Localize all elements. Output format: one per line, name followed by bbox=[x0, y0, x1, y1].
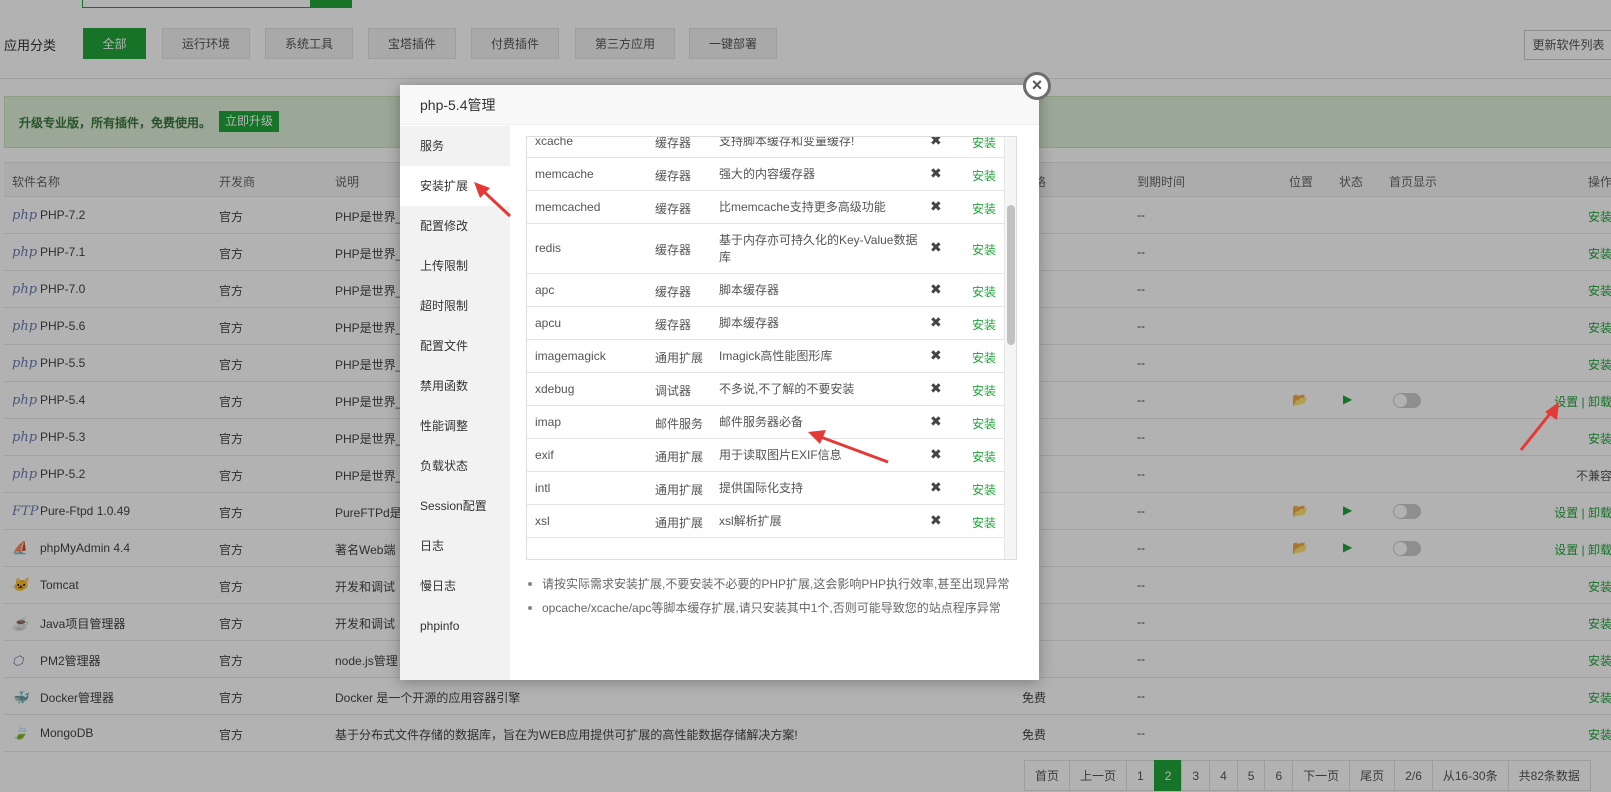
install-button[interactable]: 安装 bbox=[972, 137, 996, 151]
dialog-menu-item[interactable]: 安装扩展 bbox=[400, 166, 510, 206]
extension-type: 通用扩展 bbox=[655, 450, 704, 464]
not-installed-icon: ✖ bbox=[930, 479, 942, 495]
extension-row: xcache 缓存器 支持脚本缓存和变量缓存! ✖ 安装 bbox=[527, 136, 1004, 158]
dialog-menu-item[interactable]: 服务 bbox=[400, 126, 510, 166]
extension-name: imagemagick bbox=[535, 349, 606, 363]
install-button[interactable]: 安装 bbox=[972, 167, 996, 184]
extension-type: 调试器 bbox=[655, 384, 692, 398]
extension-desc: 比memcache支持更多高级功能 bbox=[719, 200, 886, 214]
extension-desc: 提供国际化支持 bbox=[719, 481, 804, 495]
not-installed-icon: ✖ bbox=[930, 446, 942, 462]
extension-rows: xcache 缓存器 支持脚本缓存和变量缓存! ✖ 安装 memcache 缓存器 强大的内容… bbox=[527, 136, 1004, 538]
extension-list: xcache 缓存器 支持脚本缓存和变量缓存! ✖ 安装 memcache 缓存器 强大的内容… bbox=[526, 136, 1017, 560]
extension-desc: 脚本缓存器 bbox=[719, 316, 780, 330]
extension-name: xdebug bbox=[535, 382, 575, 396]
not-installed-icon: ✖ bbox=[930, 198, 942, 214]
install-button[interactable]: 安装 bbox=[972, 514, 996, 531]
dialog-menu-item[interactable]: 慢日志 bbox=[400, 566, 510, 606]
not-installed-icon: ✖ bbox=[930, 347, 942, 363]
extension-row: exif 通用扩展 用于读取图片EXIF信息 ✖ 安装 bbox=[527, 439, 1004, 472]
install-button[interactable]: 安装 bbox=[972, 415, 996, 432]
tips-list: 请按实际需求安装扩展,不要安装不必要的PHP扩展,这会影响PHP执行效率,甚至出… bbox=[526, 572, 1026, 620]
extension-name: memcache bbox=[535, 167, 594, 181]
extension-row: memcache 缓存器 强大的内容缓存器 ✖ 安装 bbox=[527, 158, 1004, 191]
extension-desc: xsl解析扩展 bbox=[719, 514, 782, 528]
extension-row: apcu 缓存器 脚本缓存器 ✖ 安装 bbox=[527, 307, 1004, 340]
extension-desc: 支持脚本缓存和变量缓存! bbox=[719, 136, 855, 148]
dialog-menu-item[interactable]: 日志 bbox=[400, 526, 510, 566]
extension-desc: 脚本缓存器 bbox=[719, 283, 780, 297]
extension-row: imagemagick 通用扩展 Imagick高性能图形库 ✖ 安装 bbox=[527, 340, 1004, 373]
dialog-menu-item[interactable]: 负载状态 bbox=[400, 446, 510, 486]
install-button[interactable]: 安装 bbox=[972, 200, 996, 217]
extension-row: intl 通用扩展 提供国际化支持 ✖ 安装 bbox=[527, 472, 1004, 505]
extension-desc: 强大的内容缓存器 bbox=[719, 167, 816, 181]
dialog-menu-item[interactable]: 禁用函数 bbox=[400, 366, 510, 406]
dialog-menu-item[interactable]: 性能调整 bbox=[400, 406, 510, 446]
not-installed-icon: ✖ bbox=[930, 413, 942, 429]
extension-row: xdebug 调试器 不多说,不了解的不要安装 ✖ 安装 bbox=[527, 373, 1004, 406]
dialog-title: php-5.4管理 bbox=[400, 85, 1039, 125]
extension-name: exif bbox=[535, 448, 554, 462]
not-installed-icon: ✖ bbox=[930, 239, 942, 255]
extension-name: intl bbox=[535, 481, 551, 495]
not-installed-icon: ✖ bbox=[930, 380, 942, 396]
dialog-menu-item[interactable]: Session配置 bbox=[400, 486, 510, 526]
extension-desc: Imagick高性能图形库 bbox=[719, 349, 833, 363]
install-button[interactable]: 安装 bbox=[972, 382, 996, 399]
extension-desc: 基于内存亦可持久化的Key-Value数据库 bbox=[719, 233, 918, 264]
extension-name: apc bbox=[535, 283, 555, 297]
dialog-menu-item[interactable]: 配置修改 bbox=[400, 206, 510, 246]
extension-type: 通用扩展 bbox=[655, 483, 704, 497]
extension-type: 缓存器 bbox=[655, 136, 692, 150]
extension-type: 通用扩展 bbox=[655, 351, 704, 365]
extension-row: memcached 缓存器 比memcache支持更多高级功能 ✖ 安装 bbox=[527, 191, 1004, 224]
install-button[interactable]: 安装 bbox=[972, 241, 996, 258]
install-button[interactable]: 安装 bbox=[972, 283, 996, 300]
scrollbar-thumb[interactable] bbox=[1007, 205, 1015, 345]
extension-type: 缓存器 bbox=[655, 169, 692, 183]
extension-desc: 不多说,不了解的不要安装 bbox=[719, 382, 855, 396]
php-manage-dialog: php-5.4管理 × 服务 安装扩展 配置修改 上传限制 超时限制 配置文件 禁用函数 性能… bbox=[400, 72, 1051, 680]
extension-type: 缓存器 bbox=[655, 318, 692, 332]
extension-name: redis bbox=[535, 241, 562, 255]
tip-item: 请按实际需求安装扩展,不要安装不必要的PHP扩展,这会影响PHP执行效率,甚至出… bbox=[526, 572, 1026, 596]
extension-name: memcached bbox=[535, 200, 601, 214]
dialog-content: xcache 缓存器 支持脚本缓存和变量缓存! ✖ 安装 memcache 缓存器 强大的内容… bbox=[510, 126, 1039, 680]
tip-item: opcache/xcache/apc等脚本缓存扩展,请只安装其中1个,否则可能导… bbox=[526, 596, 1026, 620]
install-button[interactable]: 安装 bbox=[972, 481, 996, 498]
extension-type: 缓存器 bbox=[655, 243, 692, 257]
install-button[interactable]: 安装 bbox=[972, 448, 996, 465]
extension-type: 缓存器 bbox=[655, 285, 692, 299]
install-button[interactable]: 安装 bbox=[972, 316, 996, 333]
extension-desc: 邮件服务器必备 bbox=[719, 415, 804, 429]
not-installed-icon: ✖ bbox=[930, 314, 942, 330]
extension-row: redis 缓存器 基于内存亦可持久化的Key-Value数据库 ✖ 安装 bbox=[527, 224, 1004, 274]
close-icon[interactable]: × bbox=[1023, 72, 1051, 100]
scrollbar[interactable] bbox=[1004, 137, 1016, 559]
extension-type: 邮件服务 bbox=[655, 417, 704, 431]
not-installed-icon: ✖ bbox=[930, 136, 942, 148]
dialog-menu-item[interactable]: 配置文件 bbox=[400, 326, 510, 366]
extension-name: xsl bbox=[535, 514, 550, 528]
extension-row: apc 缓存器 脚本缓存器 ✖ 安装 bbox=[527, 274, 1004, 307]
extension-row: xsl 通用扩展 xsl解析扩展 ✖ 安装 bbox=[527, 505, 1004, 538]
extension-type: 缓存器 bbox=[655, 202, 692, 216]
dialog-sidebar: 服务 安装扩展 配置修改 上传限制 超时限制 配置文件 禁用函数 性能调整 负载状态 Sessio… bbox=[400, 126, 510, 680]
not-installed-icon: ✖ bbox=[930, 165, 942, 181]
not-installed-icon: ✖ bbox=[930, 281, 942, 297]
extension-name: xcache bbox=[535, 136, 574, 148]
extension-desc: 用于读取图片EXIF信息 bbox=[719, 448, 842, 462]
dialog-menu-item[interactable]: phpinfo bbox=[400, 606, 510, 646]
extension-name: imap bbox=[535, 415, 562, 429]
extension-name: apcu bbox=[535, 316, 562, 330]
extension-row: imap 邮件服务 邮件服务器必备 ✖ 安装 bbox=[527, 406, 1004, 439]
dialog-menu-item[interactable]: 上传限制 bbox=[400, 246, 510, 286]
not-installed-icon: ✖ bbox=[930, 512, 942, 528]
install-button[interactable]: 安装 bbox=[972, 349, 996, 366]
extension-type: 通用扩展 bbox=[655, 516, 704, 530]
dialog-menu-item[interactable]: 超时限制 bbox=[400, 286, 510, 326]
